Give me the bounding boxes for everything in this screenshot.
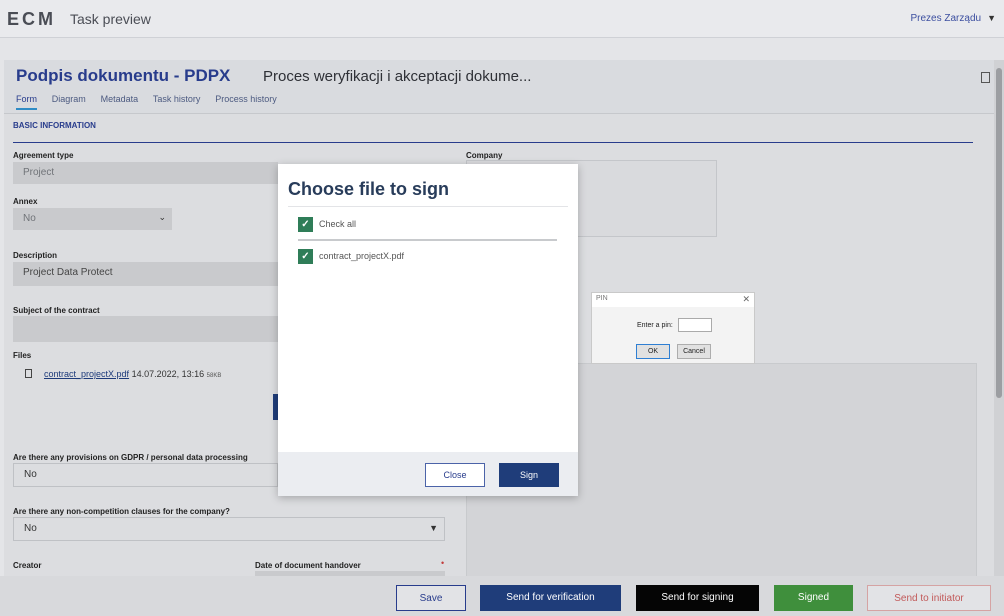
description-label: Description: [13, 251, 58, 260]
tab-process-history[interactable]: Process history: [215, 94, 277, 108]
send-to-initiator-button[interactable]: Send to initiator: [867, 585, 991, 611]
annex-select[interactable]: No ⌄: [13, 208, 172, 230]
noncompete-value: No: [24, 523, 37, 534]
dialog-title-divider: [288, 206, 568, 207]
company-label: Company: [466, 151, 503, 160]
files-label: Files: [13, 351, 32, 360]
check-all-checkbox[interactable]: ✓: [298, 217, 313, 232]
file-checkbox-row[interactable]: ✓ contract_projectX.pdf: [298, 249, 404, 264]
file-date: 14.07.2022, 13:16: [131, 369, 205, 379]
close-button[interactable]: Close: [425, 463, 485, 487]
description-value: Project Data Protect: [23, 267, 113, 278]
pin-label: Enter a pin:: [637, 322, 673, 329]
subject-field[interactable]: [13, 316, 278, 342]
send-for-verification-button[interactable]: Send for verification: [480, 585, 621, 611]
app-title: Task preview: [70, 11, 151, 27]
agreement-type-value: Project: [23, 167, 55, 178]
required-marker: •: [441, 558, 445, 568]
document-title: Podpis dokumentu - PDPX: [16, 66, 231, 85]
noncompete-label: Are there any non-competition clauses fo…: [13, 507, 230, 516]
check-all-row[interactable]: ✓ Check all: [298, 217, 356, 232]
section-title: BASIC INFORMATION: [13, 121, 96, 130]
chevron-down-icon: ▼: [429, 523, 438, 533]
sign-button[interactable]: Sign: [499, 463, 559, 487]
gdpr-select[interactable]: No: [13, 463, 278, 487]
gdpr-value: No: [24, 469, 37, 480]
tab-task-history[interactable]: Task history: [153, 94, 201, 108]
dialog-footer: Close Sign: [278, 452, 578, 496]
tab-form[interactable]: Form: [16, 94, 37, 110]
file-checkbox-label: contract_projectX.pdf: [319, 250, 405, 261]
user-name: Prezes Zarządu: [910, 13, 982, 24]
pin-title-bar: PIN ✕: [592, 293, 754, 307]
tab-bar: Form Diagram Metadata Task history Proce…: [16, 94, 289, 110]
annex-value: No: [23, 213, 36, 224]
file-checkbox[interactable]: ✓: [298, 249, 313, 264]
document-icon[interactable]: [981, 72, 990, 83]
scrollbar-thumb[interactable]: [996, 68, 1002, 398]
dialog-title: Choose file to sign: [288, 179, 450, 199]
file-icon: [25, 369, 32, 378]
description-field[interactable]: Project Data Protect: [13, 262, 278, 286]
tab-metadata[interactable]: Metadata: [101, 94, 139, 108]
handover-label: Date of document handover: [255, 561, 361, 570]
annex-label: Annex: [13, 197, 38, 206]
process-title: Proces weryfikacji i akceptacji dokume..…: [263, 68, 532, 85]
pin-input[interactable]: [678, 318, 712, 332]
noncompete-select[interactable]: No ▼: [13, 517, 445, 541]
agreement-type-label: Agreement type: [13, 151, 74, 160]
file-row: contract_projectX.pdf 14.07.2022, 13:16 …: [25, 369, 221, 379]
choose-file-dialog: Choose file to sign ✓ Check all ✓ contract…: [278, 164, 578, 496]
signed-button[interactable]: Signed: [774, 585, 853, 611]
file-size: 58KB: [206, 373, 222, 379]
pin-cancel-button[interactable]: Cancel: [677, 344, 711, 359]
close-icon[interactable]: ✕: [742, 294, 750, 305]
user-menu[interactable]: Prezes Zarządu ▼: [910, 13, 996, 24]
top-bar: ECM Task preview Prezes Zarządu ▼: [0, 0, 1004, 38]
pin-dialog: PIN ✕ Enter a pin: OK Cancel: [591, 292, 755, 364]
agreement-type-field: Project: [13, 162, 278, 184]
check-divider: [298, 239, 557, 241]
tab-diagram[interactable]: Diagram: [52, 94, 86, 108]
save-button[interactable]: Save: [396, 585, 466, 611]
pin-title: PIN: [596, 295, 608, 302]
chevron-down-icon: ▼: [987, 13, 996, 23]
send-for-signing-button[interactable]: Send for signing: [636, 585, 759, 611]
file-link[interactable]: contract_projectX.pdf: [44, 369, 129, 379]
gdpr-label: Are there any provisions on GDPR / perso…: [13, 453, 248, 462]
app-logo: ECM: [7, 9, 56, 29]
check-all-label: Check all: [319, 218, 357, 229]
subject-label: Subject of the contract: [13, 306, 100, 315]
creator-label: Creator: [13, 561, 42, 570]
page-header: Podpis dokumentu - PDPX Proces weryfikac…: [4, 60, 998, 114]
section-divider: [13, 142, 973, 143]
pin-ok-button[interactable]: OK: [636, 344, 670, 359]
action-bar: Save Send for verification Send for sign…: [0, 576, 1004, 616]
chevron-down-icon: ⌄: [158, 212, 166, 222]
